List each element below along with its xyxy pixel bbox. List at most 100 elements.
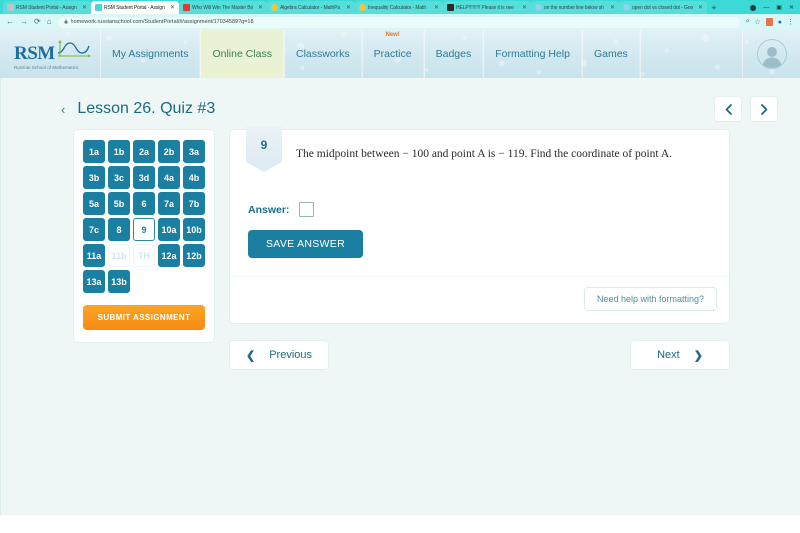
chevron-left-icon: ❮ bbox=[246, 349, 256, 362]
page-body: ‹ Lesson 26. Quiz #3 1a 1b 2a 2b 3a 3b 3… bbox=[0, 78, 800, 515]
tab-close-icon[interactable]: ✕ bbox=[82, 5, 88, 11]
question-cell[interactable]: 7a bbox=[158, 192, 180, 215]
reload-icon[interactable]: ⟳ bbox=[34, 18, 41, 26]
site-logo[interactable]: RSM Russian School of Mathematics bbox=[0, 30, 100, 78]
question-cell[interactable]: 8 bbox=[108, 218, 130, 241]
nav-item-my-assignments[interactable]: My Assignments bbox=[100, 30, 201, 78]
question-cell[interactable]: 1a bbox=[83, 140, 105, 163]
new-tab-button[interactable]: + bbox=[707, 1, 721, 14]
tab-close-icon[interactable]: ✕ bbox=[346, 5, 352, 11]
answer-label: Answer: bbox=[248, 203, 290, 216]
tab-favicon-icon bbox=[359, 4, 366, 11]
question-cell-current[interactable]: 9 bbox=[133, 218, 155, 241]
back-chevron-icon[interactable]: ‹ bbox=[61, 103, 65, 116]
forward-icon[interactable]: → bbox=[20, 18, 28, 26]
browser-tab-active[interactable]: RSM Student Portal - Assign ✕ bbox=[91, 1, 179, 14]
nav-label: Practice bbox=[373, 48, 412, 60]
logo-curve-icon bbox=[56, 39, 92, 62]
browser-tab[interactable]: open dot vs closed dot - Goo ✕ bbox=[619, 1, 707, 14]
question-number-badge: 9 bbox=[246, 126, 282, 172]
question-cell-empty bbox=[158, 270, 180, 293]
browser-tab[interactable]: Who Will Win The Master Bo ✕ bbox=[179, 1, 267, 14]
browser-tab[interactable]: Algebra Calculator - MathPa ✕ bbox=[267, 1, 355, 14]
tab-close-icon[interactable]: ✕ bbox=[522, 5, 528, 11]
question-cell[interactable]: 3b bbox=[83, 166, 105, 189]
question-cell[interactable]: 10b bbox=[183, 218, 205, 241]
question-cell[interactable]: 3c bbox=[108, 166, 130, 189]
tab-close-icon[interactable]: ✕ bbox=[258, 5, 264, 11]
nav-item-practice[interactable]: New! Practice bbox=[361, 30, 424, 78]
tab-close-icon[interactable]: ✕ bbox=[434, 5, 440, 11]
answer-input[interactable] bbox=[299, 202, 315, 217]
home-icon[interactable]: ⌂ bbox=[47, 18, 52, 26]
chevron-left-icon bbox=[725, 103, 732, 115]
tab-close-icon[interactable]: ✕ bbox=[610, 5, 616, 11]
lesson-title-row: ‹ Lesson 26. Quiz #3 bbox=[1, 78, 800, 126]
bookmark-star-icon[interactable]: ☆ bbox=[754, 18, 760, 26]
profile-avatar-icon[interactable]: ● bbox=[778, 19, 782, 26]
window-close-button[interactable]: ✕ bbox=[789, 4, 794, 11]
browser-tab[interactable]: RSM Student Portal - Assign ✕ bbox=[3, 1, 91, 14]
question-cell[interactable]: 2a bbox=[133, 140, 155, 163]
tab-favicon-icon bbox=[7, 4, 14, 11]
back-icon[interactable]: ← bbox=[6, 18, 14, 26]
previous-question-button[interactable]: ❮ Previous bbox=[229, 340, 330, 370]
question-cell[interactable]: 12b bbox=[183, 244, 205, 267]
tab-favicon-icon bbox=[183, 4, 190, 11]
avatar[interactable] bbox=[756, 39, 787, 69]
question-cell-th[interactable]: TH bbox=[133, 244, 155, 267]
site-header: ❄ ❄ ❄ ❄ ❄ ❄ ❄ ❄ ❄ ❄ ❄ ❄ ❄ ❄ ❄ ❄ ❄ ❄ ❄ ❄ … bbox=[0, 30, 800, 78]
browser-tab[interactable]: Inequality Calculator - Math ✕ bbox=[355, 1, 443, 14]
zoom-icon[interactable]: ⌕ bbox=[746, 18, 750, 26]
question-cell[interactable]: 7c bbox=[83, 218, 105, 241]
question-cell[interactable]: 6 bbox=[133, 192, 155, 215]
question-cell[interactable]: 1b bbox=[108, 140, 130, 163]
question-cell[interactable]: 2b bbox=[158, 140, 180, 163]
save-answer-button[interactable]: SAVE ANSWER bbox=[248, 230, 363, 258]
nav-item-badges[interactable]: Badges bbox=[423, 30, 484, 78]
user-silhouette-icon bbox=[762, 47, 781, 68]
question-cell[interactable]: 10a bbox=[158, 218, 180, 241]
question-cell[interactable]: 13b bbox=[108, 270, 130, 293]
user-menu[interactable] bbox=[742, 30, 800, 78]
nav-item-formatting-help[interactable]: Formatting Help bbox=[483, 30, 582, 78]
browser-menu-icon[interactable]: ⋮ bbox=[787, 18, 794, 26]
lesson-prev-button[interactable] bbox=[714, 96, 742, 122]
nav-item-games[interactable]: Games bbox=[581, 30, 640, 78]
nav-item-classworks[interactable]: Classworks bbox=[283, 30, 362, 78]
browser-tab[interactable]: HELP!!!!!!!!! Please it is nee ✕ bbox=[443, 1, 531, 14]
question-cell[interactable]: 13a bbox=[83, 270, 105, 293]
nav-item-online-class[interactable]: Online Class bbox=[200, 30, 284, 78]
question-cell[interactable]: 5b bbox=[108, 192, 130, 215]
tab-title: Algebra Calculator - MathPa bbox=[280, 4, 341, 11]
window-minimize-button[interactable]: — bbox=[763, 5, 769, 11]
answer-row: Answer: bbox=[230, 186, 729, 217]
address-bar[interactable]: homework.russianschool.com/StudentPortal… bbox=[57, 16, 740, 28]
question-cell[interactable]: 11a bbox=[83, 244, 105, 267]
question-column: 9 The midpoint between − 100 and point A… bbox=[229, 126, 730, 370]
question-cell[interactable]: 12a bbox=[158, 244, 180, 267]
next-question-button[interactable]: Next ❯ bbox=[630, 340, 730, 370]
submit-assignment-button[interactable]: SUBMIT ASSIGNMENT bbox=[83, 305, 205, 330]
lesson-next-button[interactable] bbox=[750, 96, 778, 122]
logo-subtitle: Russian School of Mathematics bbox=[14, 64, 79, 70]
question-cell[interactable]: 3d bbox=[133, 166, 155, 189]
question-cell[interactable]: 3a bbox=[183, 140, 205, 163]
nav-label: Online Class bbox=[212, 48, 272, 60]
question-cell[interactable]: 4b bbox=[183, 166, 205, 189]
question-cell[interactable]: 5a bbox=[83, 192, 105, 215]
profile-dot-icon[interactable] bbox=[750, 4, 757, 11]
browser-tab[interactable]: on the number line below sh ✕ bbox=[531, 1, 619, 14]
formatting-help-button[interactable]: Need help with formatting? bbox=[583, 287, 717, 311]
tab-close-icon[interactable]: ✕ bbox=[698, 5, 704, 11]
nav-label: Classworks bbox=[295, 48, 350, 60]
nav-label: Games bbox=[593, 48, 628, 60]
window-maximize-button[interactable]: ▣ bbox=[776, 4, 782, 11]
question-cell[interactable]: 7b bbox=[183, 192, 205, 215]
header-spacer bbox=[639, 30, 742, 78]
question-cell[interactable]: 11b bbox=[108, 244, 130, 267]
next-label: Next bbox=[657, 349, 680, 361]
extension-icon[interactable] bbox=[765, 18, 773, 26]
tab-close-icon[interactable]: ✕ bbox=[170, 5, 176, 11]
question-cell[interactable]: 4a bbox=[158, 166, 180, 189]
